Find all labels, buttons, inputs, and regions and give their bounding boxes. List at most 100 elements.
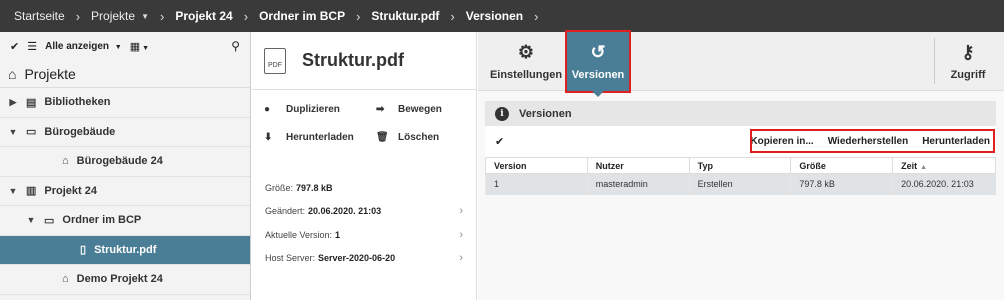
chevron-right-icon: › xyxy=(459,228,463,241)
arrow-right-icon: ➡ xyxy=(376,103,385,115)
versions-tab-highlight xyxy=(565,30,631,93)
tab-access[interactable]: ⚷ Zugriff xyxy=(938,32,998,91)
table-cell: 1 xyxy=(485,173,588,195)
breadcrumb-item[interactable]: Startseite xyxy=(14,9,65,23)
property-label: Geändert: xyxy=(265,206,306,217)
breadcrumb-item[interactable]: Projekt 24 xyxy=(175,9,232,23)
property-row[interactable]: Host Server: Server-2020-06-20 › xyxy=(252,247,477,271)
chevron-right-icon: › xyxy=(243,8,249,24)
key-icon: ⚷ xyxy=(961,42,975,62)
sort-ascending-icon: ▲ xyxy=(920,163,928,171)
property-label: Host Server: xyxy=(265,253,316,264)
caret-down-icon[interactable]: ▼ xyxy=(8,186,18,196)
property-row: Größe: 797.8 kB xyxy=(252,176,477,200)
tree-node-label: Bibliotheken xyxy=(44,96,111,109)
house-icon: ⌂ xyxy=(62,155,69,168)
file-details-panel: PDF Struktur.pdf ● Duplizieren ➡ Bewegen ⬇… xyxy=(252,32,477,300)
breadcrumb-item[interactable]: Struktur.pdf xyxy=(371,9,439,23)
filter-label: Alle anzeigen xyxy=(45,40,109,52)
table-cell: masteradmin xyxy=(586,173,690,195)
file-actions: ● Duplizieren ➡ Bewegen ⬇ Herunterladen 🗑 Lö… xyxy=(252,90,476,144)
chevron-right-icon: › xyxy=(356,8,361,24)
versions-panel: i Versionen ✔ Kopieren in... Wiederherste… xyxy=(485,101,996,195)
chevron-right-icon: › xyxy=(459,252,463,265)
property-row[interactable]: Aktuelle Version: 1 › xyxy=(252,223,477,247)
tree-node-label: Struktur.pdf xyxy=(94,243,157,256)
tree-node[interactable]: ▶ ▤ Bibliotheken xyxy=(0,88,250,118)
table-header-row: Version Nutzer Typ Größe Zeit ▲ xyxy=(485,157,996,174)
file-properties: Größe: 797.8 kB Geändert: 20.06.2020. 21:03… xyxy=(252,176,477,270)
breadcrumb-item[interactable]: Projekte xyxy=(91,9,135,23)
versions-toolbar: ✔ Kopieren in... Wiederherstellen Herunter… xyxy=(485,126,996,157)
tree-node[interactable]: ⌂ Demo Projekt 24 xyxy=(0,265,250,295)
building-icon: ▥ xyxy=(26,185,37,198)
column-header[interactable]: Nutzer xyxy=(586,157,690,174)
table-cell: Erstellen xyxy=(688,173,791,195)
search-icon[interactable]: ⚲ xyxy=(231,39,240,53)
tree-node[interactable]: ▼ ▥ Projekt 24 xyxy=(0,177,250,206)
tree-node[interactable]: ▼ ▭ Ordner im BCP xyxy=(0,206,250,236)
caret-down-icon[interactable]: ▼ xyxy=(8,127,18,137)
active-tab-pointer xyxy=(592,91,604,97)
property-value: 1 xyxy=(335,229,341,240)
breadcrumb-item[interactable]: Ordner im BCP xyxy=(259,9,345,23)
versions-panel-header: i Versionen xyxy=(485,101,996,126)
breadcrumb-item[interactable]: Versionen xyxy=(466,9,523,23)
toolbar-divider xyxy=(934,38,935,84)
property-label: Aktuelle Version: xyxy=(265,229,333,240)
pdf-file-icon: PDF xyxy=(264,47,286,74)
column-header[interactable]: Version xyxy=(485,157,588,174)
caret-right-icon[interactable]: ▶ xyxy=(8,97,18,108)
breadcrumb: Startseite › Projekte ▼ › Projekt 24 › Ordner i… xyxy=(0,0,1004,32)
property-value: 20.06.2020. 21:03 xyxy=(308,206,382,217)
file-title: Struktur.pdf xyxy=(302,50,404,70)
tree-node[interactable]: ▼ ▭ Bürogebäude xyxy=(0,118,250,147)
folder-icon: ▭ xyxy=(26,126,37,139)
table-cell: 797.8 kB xyxy=(790,173,893,195)
filter-dropdown[interactable]: Alle anzeigen ▼ xyxy=(45,41,122,52)
select-all-check-icon[interactable]: ✔ xyxy=(495,135,504,148)
calendar-icon[interactable]: ▦ ▼ xyxy=(130,40,149,53)
table-body: 1 masteradmin Erstellen 797.8 kB 20.06.2020.… xyxy=(485,173,996,195)
tree-node[interactable]: ⌂ Bürogebäude 24 xyxy=(0,147,250,177)
delete-button[interactable]: 🗑 Löschen xyxy=(376,130,476,144)
chevron-down-icon[interactable]: ▼ xyxy=(141,12,149,21)
property-row[interactable]: Geändert: 20.06.2020. 21:03 › xyxy=(252,200,477,224)
move-button[interactable]: ➡ Bewegen xyxy=(376,102,476,116)
trash-icon: 🗑 xyxy=(376,131,389,143)
tree-node-label: Bürogebäude 24 xyxy=(76,155,163,168)
download-button[interactable]: ⬇ Herunterladen xyxy=(264,130,376,144)
action-buttons-highlight xyxy=(750,129,995,153)
versions-panel-title: Versionen xyxy=(519,107,572,120)
tree-root[interactable]: ⌂ Projekte xyxy=(0,60,250,88)
table-cell: 20.06.2020. 21:03 xyxy=(892,173,996,195)
library-icon: ▤ xyxy=(26,96,37,109)
tab-settings[interactable]: ⚙ Einstellungen xyxy=(488,32,564,91)
column-header[interactable]: Typ xyxy=(688,157,792,174)
chevron-right-icon: › xyxy=(450,8,455,24)
tab-toolbar: ⚙ Einstellungen ↺ Versionen ⚷ Zugriff xyxy=(478,30,1004,93)
right-panel: ⚙ Einstellungen ↺ Versionen ⚷ Zugriff i … xyxy=(478,30,1004,300)
projects-icon: ⌂ xyxy=(8,65,17,82)
download-icon: ⬇ xyxy=(264,131,273,143)
chevron-right-icon: › xyxy=(75,8,81,24)
chevron-down-icon: ▼ xyxy=(114,43,122,51)
tree-node-label: Projekt 24 xyxy=(44,184,97,197)
duplicate-button[interactable]: ● Duplizieren xyxy=(264,102,376,116)
column-header[interactable]: Größe xyxy=(790,157,894,174)
table-row[interactable]: 1 masteradmin Erstellen 797.8 kB 20.06.2020.… xyxy=(485,173,996,195)
info-icon: i xyxy=(495,106,509,121)
file-header: PDF Struktur.pdf xyxy=(252,32,476,90)
property-value: Server-2020-06-20 xyxy=(318,253,396,264)
column-header[interactable]: Zeit ▲ xyxy=(892,157,996,174)
gear-icon: ⚙ xyxy=(517,42,535,62)
duplicate-icon: ● xyxy=(264,103,271,115)
list-icon[interactable]: ☰ xyxy=(27,40,37,53)
tree-node[interactable]: ▯ Struktur.pdf xyxy=(0,235,250,265)
tree-node-label: Demo Projekt 24 xyxy=(76,273,163,286)
chevron-right-icon: › xyxy=(160,8,165,24)
chevron-right-icon: › xyxy=(459,205,463,218)
caret-down-icon[interactable]: ▼ xyxy=(26,215,36,225)
tree-node-label: Ordner im BCP xyxy=(62,214,142,227)
check-icon[interactable]: ✔ xyxy=(10,40,19,53)
